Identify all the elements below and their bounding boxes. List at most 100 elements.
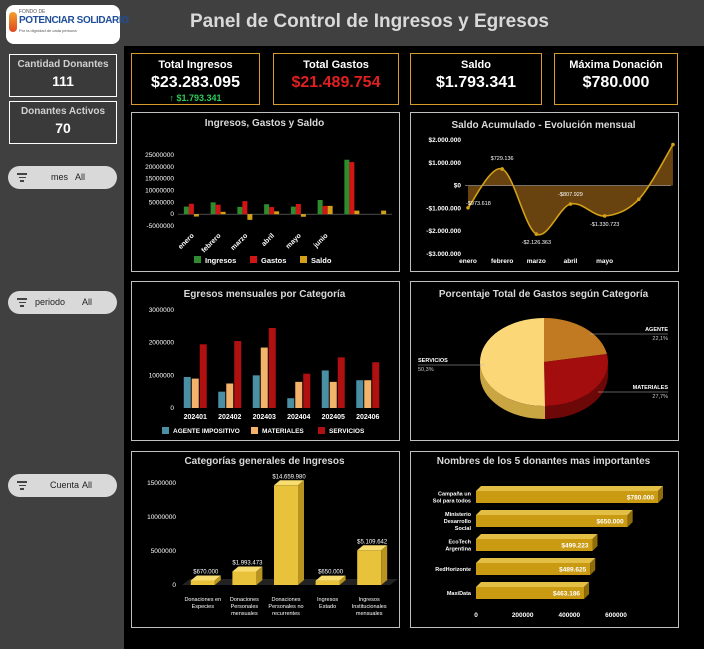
x-tick-label-line: Donaciones	[271, 597, 300, 603]
y-tick-label: Campaña un Sol para todos	[433, 492, 472, 505]
legend-swatch	[250, 256, 257, 263]
x-tick-label-line: Donaciones en	[184, 597, 221, 603]
y-tick-label: -$2.000.000	[426, 228, 461, 235]
bar-saldo	[220, 211, 226, 215]
bar-servicios	[337, 357, 345, 408]
y-tick-label: $0	[454, 183, 462, 190]
slice-percent: 50,3%	[418, 367, 434, 373]
bar-materiales	[191, 378, 199, 408]
x-tick-label: Ingresos Institucionales mensuales	[352, 597, 387, 617]
donor-bar-top	[476, 558, 596, 563]
y-tick-label: RedHorizonte	[435, 567, 471, 573]
legend-swatch	[318, 427, 325, 434]
x-tick-label: 202404	[287, 414, 310, 421]
data-label: $5.109.642	[357, 539, 388, 545]
x-tick-label: Ingresos Estado	[317, 597, 338, 610]
x-tick-label-line: Estado	[319, 604, 336, 610]
bar-gastos	[188, 203, 194, 215]
bar-ingresos	[264, 204, 270, 215]
bar-agente-impositivo	[287, 398, 295, 408]
y-tick-label: MaxiData	[447, 591, 472, 597]
pie-slice-materiales	[544, 353, 608, 406]
x-tick-label: abril	[564, 258, 578, 265]
y-tick-label: 15000000	[145, 176, 174, 183]
data-label: $729.136	[491, 156, 514, 162]
data-label: $780.000	[627, 495, 654, 502]
bar-gastos	[215, 204, 221, 215]
bar-gastos	[269, 207, 275, 215]
income-bar	[315, 580, 340, 585]
charts-layer: 2500000020000000150000001000000050000000…	[145, 137, 675, 619]
bar-ingresos	[210, 202, 216, 215]
legend-swatch	[300, 256, 307, 263]
bar-saldo	[274, 211, 280, 215]
x-tick-label: Donaciones Personales mensuales	[230, 597, 259, 617]
y-tick-label-line: EcoTech	[448, 540, 471, 546]
x-tick-label: febrero	[201, 232, 223, 254]
y-tick-label: -$1.000.000	[426, 205, 461, 212]
y-tick-label: 3000000	[149, 307, 175, 314]
bar-gastos	[242, 201, 248, 215]
bar-agente-impositivo	[183, 376, 191, 408]
bar-saldo	[354, 210, 360, 215]
legend-label: Ingresos	[205, 256, 236, 265]
bar-materiales	[364, 380, 372, 408]
y-tick-label-line: RedHorizonte	[435, 567, 471, 573]
legend-label: SERVICIOS	[329, 428, 365, 435]
bar-gastos	[295, 203, 301, 215]
bar-agente-impositivo	[218, 391, 226, 408]
x-tick-label: junio	[312, 232, 329, 249]
x-tick-label: 202403	[253, 414, 276, 421]
legend-swatch	[194, 256, 201, 263]
income-bar	[274, 485, 298, 585]
slice-percent: 27,7%	[652, 394, 668, 400]
income-bar	[190, 580, 215, 585]
x-tick-label: marzo	[527, 258, 546, 265]
y-tick-label: 0	[170, 405, 174, 412]
bar-servicios	[268, 327, 276, 408]
bar-materiales	[260, 347, 268, 408]
slice-label: AGENTE	[645, 327, 668, 333]
slice-percent: 22,1%	[652, 336, 668, 342]
x-tick-label: 200000	[512, 612, 534, 619]
x-tick-label: Donaciones Personales no recurrentes	[268, 597, 303, 617]
bar-gastos	[322, 205, 328, 215]
legend-label: Saldo	[311, 256, 332, 265]
y-tick-label: 15000000	[147, 480, 176, 487]
data-label: $463.186	[553, 591, 580, 598]
x-tick-label-line: Institucionales	[352, 604, 387, 610]
bar-materiales	[329, 381, 337, 408]
data-label: $489.625	[559, 567, 586, 574]
bar-saldo	[247, 214, 253, 220]
bar-ingresos	[183, 206, 189, 215]
y-tick-label-line: Desarrollo	[444, 519, 472, 525]
x-tick-label: 202405	[322, 414, 345, 421]
data-label: -$973.618	[466, 201, 491, 207]
legend-swatch	[162, 427, 169, 434]
bar-saldo	[193, 214, 199, 217]
x-tick-label: 202401	[184, 414, 207, 421]
donor-bar-top	[476, 510, 633, 515]
y-tick-label-line: Argentina	[445, 547, 472, 553]
data-label: $650.000	[597, 519, 624, 526]
y-tick-label: 20000000	[145, 164, 174, 171]
bar-servicios	[372, 362, 380, 408]
data-label: $499.223	[561, 543, 588, 550]
y-tick-label: 1000000	[149, 372, 175, 379]
x-tick-label: abril	[261, 232, 276, 247]
bar-materiales	[295, 381, 303, 408]
x-tick-label: enero	[177, 232, 195, 250]
y-tick-label: 2000000	[149, 340, 175, 347]
x-tick-label-line: Ingresos	[359, 597, 380, 603]
saldo-point	[534, 232, 539, 236]
y-tick-label: -5000000	[147, 223, 175, 230]
data-label: -$1.330.723	[590, 222, 619, 228]
y-tick-label: 25000000	[145, 152, 174, 159]
slice-label: SERVICIOS	[418, 358, 448, 364]
saldo-point	[671, 142, 675, 147]
x-tick-label: Donaciones en Especies	[184, 597, 221, 610]
bar-ingresos	[317, 199, 323, 215]
y-tick-label-line: Social	[455, 526, 472, 532]
donor-bar-top	[476, 582, 590, 587]
data-label: $1.993.473	[232, 560, 263, 566]
